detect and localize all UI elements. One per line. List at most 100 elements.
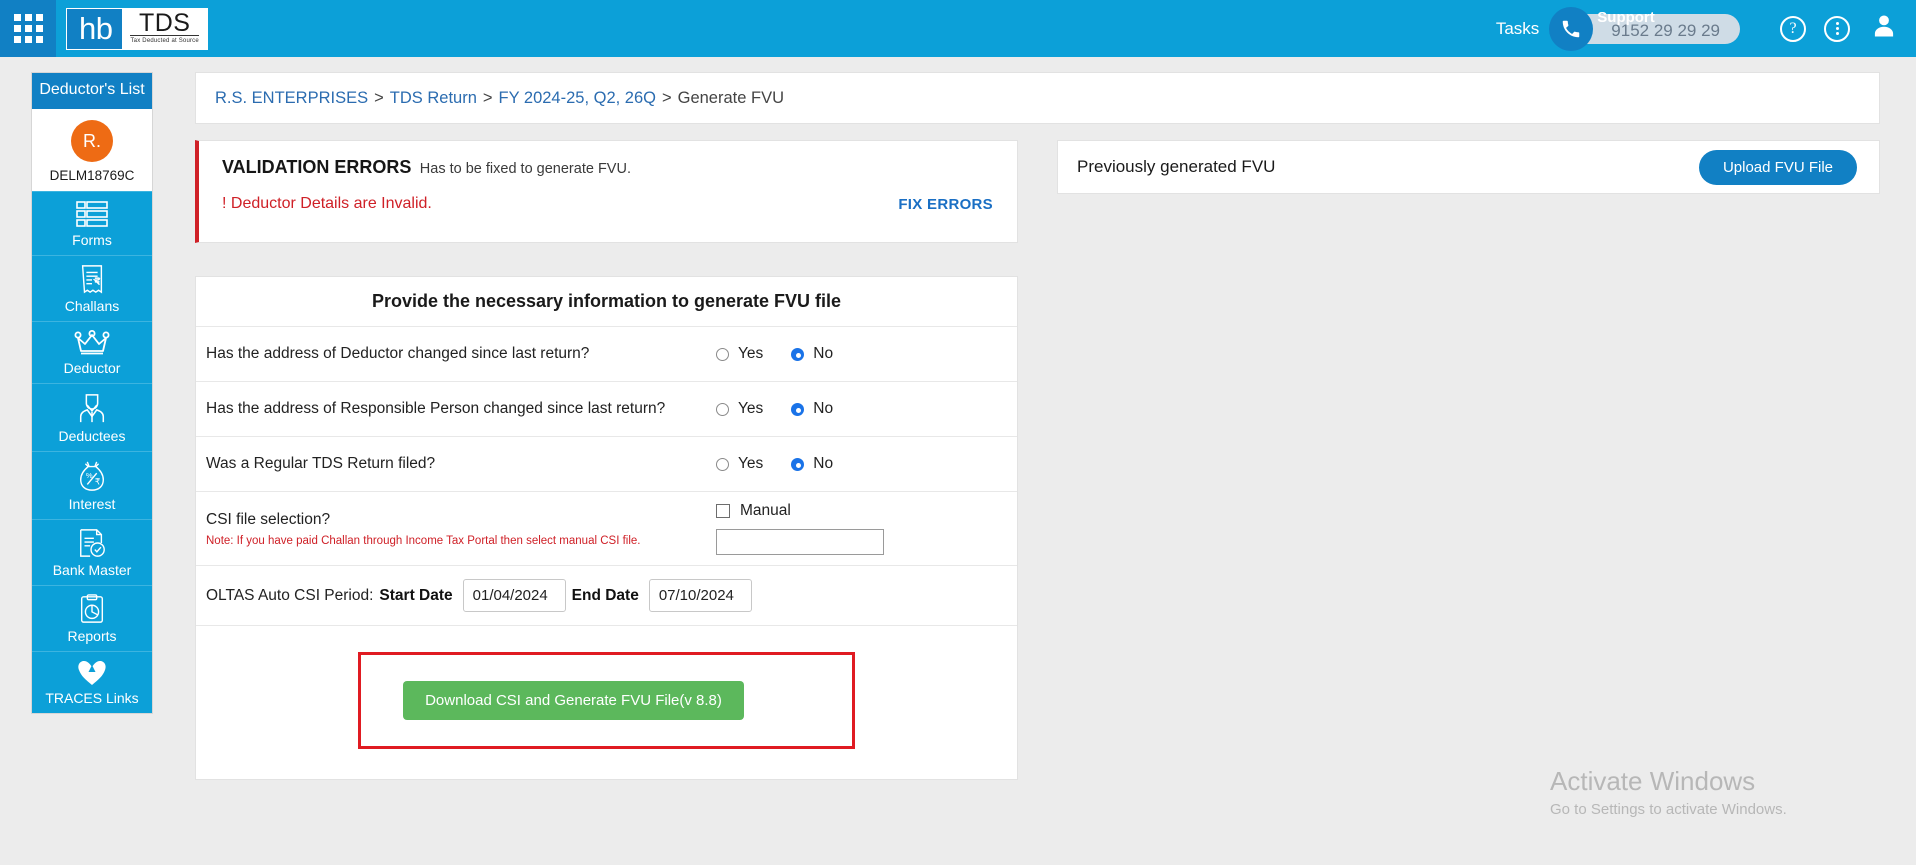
form-row-control: Yes No — [716, 400, 833, 418]
tasks-button[interactable]: Tasks — [1496, 19, 1539, 39]
radio-regular-return-no[interactable]: No — [791, 455, 833, 473]
breadcrumb-separator: > — [661, 88, 672, 107]
logo-tds-text: TDS — [138, 9, 191, 37]
form-row-csi-file-selection: CSI file selection? Note: If you have pa… — [196, 492, 1017, 566]
start-date-input[interactable] — [462, 579, 566, 612]
radio-deductor-address-no[interactable]: No — [791, 345, 833, 363]
logo-hb-text: hb — [79, 10, 113, 46]
sidebar-item-label: TRACES Links — [45, 690, 139, 706]
svg-text:%: % — [86, 471, 93, 480]
validation-errors-heading: VALIDATION ERRORS Has to be fixed to gen… — [222, 157, 993, 178]
breadcrumb-separator: > — [374, 88, 384, 107]
radio-circle-icon — [716, 402, 729, 416]
watermark-subtitle: Go to Settings to activate Windows. — [1550, 801, 1787, 818]
left-sidebar: Deductor's List R. DELM18769C Forms Chal… — [31, 72, 153, 714]
top-header-bar: hb TDS Tax Deducted at Source Tasks Supp… — [0, 0, 1916, 57]
sidebar-item-interest[interactable]: % ₹ Interest — [32, 451, 152, 519]
sidebar-item-label: Deductees — [58, 428, 126, 444]
radio-responsible-person-yes[interactable]: Yes — [716, 400, 763, 418]
oltas-period-label: OLTAS Auto CSI Period: — [206, 586, 374, 604]
radio-circle-selected-icon — [791, 347, 805, 361]
header-right-cluster: Tasks Support 9152 29 29 29 ? — [1496, 0, 1916, 57]
radio-group-responsible-person-address: Yes No — [716, 400, 833, 418]
csi-label: CSI file selection? — [206, 510, 331, 528]
sidebar-item-label: Forms — [72, 232, 112, 248]
sidebar-title: Deductor's List — [32, 73, 152, 109]
radio-label: No — [813, 455, 834, 472]
breadcrumb-current: Generate FVU — [677, 88, 785, 107]
csi-note: Note: If you have paid Challan through I… — [206, 534, 641, 547]
fix-errors-link[interactable]: FIX ERRORS — [898, 196, 993, 213]
manual-csi-file-input[interactable] — [716, 529, 884, 555]
watermark-title: Activate Windows — [1550, 766, 1756, 796]
validation-error-row: ! Deductor Details are Invalid. FIX ERRO… — [222, 195, 993, 213]
form-heading: Provide the necessary information to gen… — [196, 277, 1017, 327]
help-icon[interactable]: ? — [1780, 15, 1806, 42]
validation-errors-panel: VALIDATION ERRORS Has to be fixed to gen… — [195, 140, 1018, 243]
breadcrumb-item-company[interactable]: R.S. ENTERPRISES — [215, 89, 368, 108]
form-row-label: Has the address of Responsible Person ch… — [206, 400, 666, 417]
submit-zone: Download CSI and Generate FVU File(v 8.8… — [196, 626, 1017, 779]
end-date-input[interactable] — [648, 579, 752, 612]
money-bag-icon: % ₹ — [77, 460, 107, 492]
radio-circle-icon — [716, 347, 729, 361]
breadcrumb-item-tds-return[interactable]: TDS Return — [390, 89, 477, 108]
sidebar-item-label: Deductor — [63, 360, 121, 376]
traces-logo-icon — [73, 660, 111, 686]
support-contact[interactable]: Support 9152 29 29 29 — [1549, 6, 1740, 51]
radio-label: Yes — [738, 455, 764, 472]
sidebar-item-reports[interactable]: Reports — [32, 585, 152, 651]
breadcrumb-separator: > — [482, 88, 493, 107]
sidebar-item-label: Reports — [67, 628, 117, 644]
radio-label: No — [813, 345, 834, 362]
radio-label: No — [813, 400, 834, 417]
form-row-control: Yes No — [716, 455, 833, 473]
bank-document-check-icon — [77, 528, 107, 558]
crown-icon — [74, 330, 110, 356]
csi-control: Manual — [716, 502, 884, 555]
checkbox-icon — [716, 504, 730, 518]
breadcrumb: R.S. ENTERPRISES > TDS Return > FY 2024-… — [195, 72, 1880, 124]
challan-receipt-icon — [78, 264, 106, 294]
sidebar-item-label: Interest — [68, 496, 116, 512]
logo-tds-box: TDS Tax Deducted at Source — [122, 8, 207, 49]
manual-csi-checkbox[interactable]: Manual — [716, 502, 791, 520]
user-avatar-icon[interactable] — [1870, 12, 1898, 45]
radio-circle-icon — [716, 457, 729, 471]
radio-label: Yes — [738, 400, 764, 417]
breadcrumb-item-period[interactable]: FY 2024-25, Q2, 26Q — [499, 89, 656, 108]
sidebar-item-deductees[interactable]: Deductees — [32, 383, 152, 451]
validation-errors-subtitle: Has to be fixed to generate FVU. — [419, 161, 631, 177]
sidebar-item-deductor[interactable]: Deductor — [32, 321, 152, 383]
radio-regular-return-yes[interactable]: Yes — [716, 455, 763, 473]
sidebar-item-forms[interactable]: Forms — [32, 191, 152, 255]
upload-fvu-file-button[interactable]: Upload FVU File — [1698, 149, 1857, 185]
sidebar-item-challans[interactable]: Challans — [32, 255, 152, 321]
radio-responsible-person-no[interactable]: No — [791, 400, 833, 418]
radio-group-deductor-address: Yes No — [716, 345, 833, 363]
windows-activation-watermark: Activate Windows Go to Settings to activ… — [1550, 765, 1787, 821]
support-label: Support — [1597, 8, 1655, 26]
clipboard-chart-icon — [78, 594, 106, 624]
forms-icon — [75, 200, 109, 228]
radio-label: Yes — [738, 345, 764, 362]
highlight-annotation-box: Download CSI and Generate FVU File(v 8.8… — [358, 652, 855, 749]
form-row-responsible-person-address: Has the address of Responsible Person ch… — [196, 382, 1017, 437]
kebab-menu-icon[interactable] — [1824, 15, 1850, 42]
form-row-deductor-address: Has the address of Deductor changed sinc… — [196, 327, 1017, 382]
sidebar-item-traces-links[interactable]: TRACES Links — [32, 651, 152, 713]
sidebar-deductor-profile[interactable]: R. DELM18769C — [32, 109, 152, 191]
previously-generated-fvu-title: Previously generated FVU — [1077, 157, 1276, 176]
radio-deductor-address-yes[interactable]: Yes — [716, 345, 763, 363]
oltas-auto-csi-period-row: OLTAS Auto CSI Period: Start Date End Da… — [196, 566, 1017, 626]
download-csi-generate-fvu-button[interactable]: Download CSI and Generate FVU File(v 8.8… — [403, 681, 744, 720]
sidebar-item-label: Challans — [64, 298, 120, 314]
previously-generated-fvu-panel: Previously generated FVU Upload FVU File — [1057, 140, 1880, 194]
form-row-control: Yes No — [716, 345, 833, 363]
sidebar-item-label: Bank Master — [52, 562, 132, 578]
form-row-label: Was a Regular TDS Return filed? — [206, 455, 436, 472]
apps-grid-button[interactable] — [0, 0, 56, 57]
sidebar-item-bank-master[interactable]: Bank Master — [32, 519, 152, 585]
app-logo[interactable]: hb TDS Tax Deducted at Source — [66, 7, 208, 50]
start-date-label: Start Date — [379, 586, 453, 604]
